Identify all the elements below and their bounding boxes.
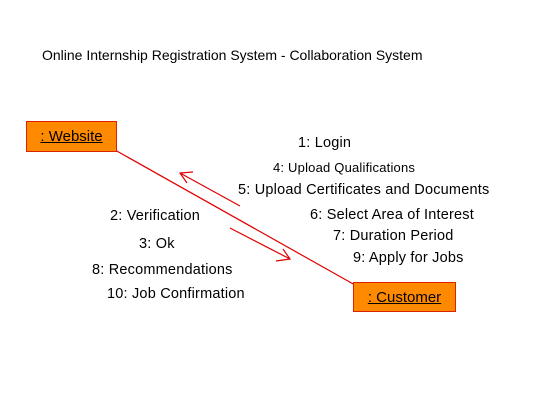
message-apply-jobs: 9: Apply for Jobs xyxy=(353,250,464,266)
message-duration-period: 7: Duration Period xyxy=(333,228,454,244)
diagram-title: Online Internship Registration System - … xyxy=(42,47,423,63)
message-job-confirmation: 10: Job Confirmation xyxy=(107,286,245,302)
message-recommendations: 8: Recommendations xyxy=(92,262,233,278)
customer-object[interactable]: : Customer xyxy=(353,282,456,312)
website-object[interactable]: : Website xyxy=(26,121,117,152)
website-object-label: : Website xyxy=(40,128,103,145)
message-upload-certificates: 5: Upload Certificates and Documents xyxy=(238,182,490,198)
message-verification: 2: Verification xyxy=(110,208,201,224)
message-upload-qualifications: 4: Upload Qualifications xyxy=(273,160,416,175)
message-select-area: 6: Select Area of Interest xyxy=(310,207,474,223)
arrow-to-customer xyxy=(229,227,292,262)
message-login: 1: Login xyxy=(298,135,352,151)
customer-object-label: : Customer xyxy=(367,288,442,306)
message-ok: 3: Ok xyxy=(139,236,175,252)
arrow-to-website xyxy=(178,171,241,207)
